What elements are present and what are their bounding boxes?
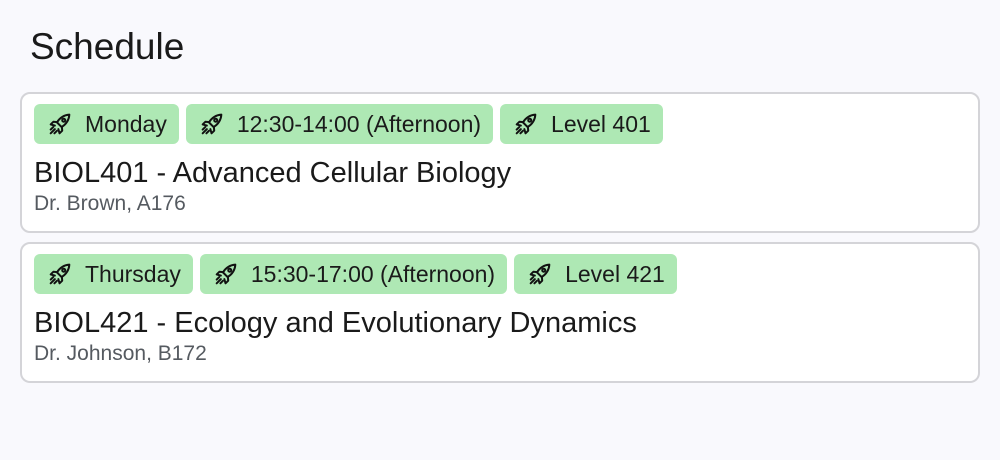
rocket-icon [45,259,75,289]
day-tag: Thursday [34,254,193,294]
time-tag: 15:30-17:00 (Afternoon) [199,254,508,294]
course-instructor-room: Dr. Johnson, B172 [34,342,207,365]
rocket-icon [525,259,555,289]
schedule-list: Monday 12:30-14:00 (Afternoon) Level 401… [20,92,980,392]
course-card[interactable]: Monday 12:30-14:00 (Afternoon) Level 401… [20,92,980,233]
course-title: BIOL421 - Ecology and Evolutionary Dynam… [34,307,637,339]
course-tags: Thursday 15:30-17:00 (Afternoon) Level 4… [34,254,966,294]
day-tag: Monday [34,104,179,144]
time-label: 15:30-17:00 (Afternoon) [250,260,496,287]
course-tags: Monday 12:30-14:00 (Afternoon) Level 401 [34,104,966,144]
level-tag: Level 401 [500,104,663,144]
level-label: Level 421 [565,260,665,287]
level-tag: Level 421 [514,254,677,294]
page-title: Schedule [30,26,185,67]
time-label: 12:30-14:00 (Afternoon) [236,110,482,137]
level-label: Level 401 [551,110,651,137]
rocket-icon [511,109,541,139]
rocket-icon [197,109,227,139]
course-card[interactable]: Thursday 15:30-17:00 (Afternoon) Level 4… [20,242,980,383]
day-label: Thursday [85,260,181,287]
course-instructor-room: Dr. Brown, A176 [34,192,186,215]
day-label: Monday [85,110,167,137]
rocket-icon [45,109,75,139]
time-tag: 12:30-14:00 (Afternoon) [185,104,494,144]
rocket-icon [211,259,241,289]
course-title: BIOL401 - Advanced Cellular Biology [34,157,512,189]
